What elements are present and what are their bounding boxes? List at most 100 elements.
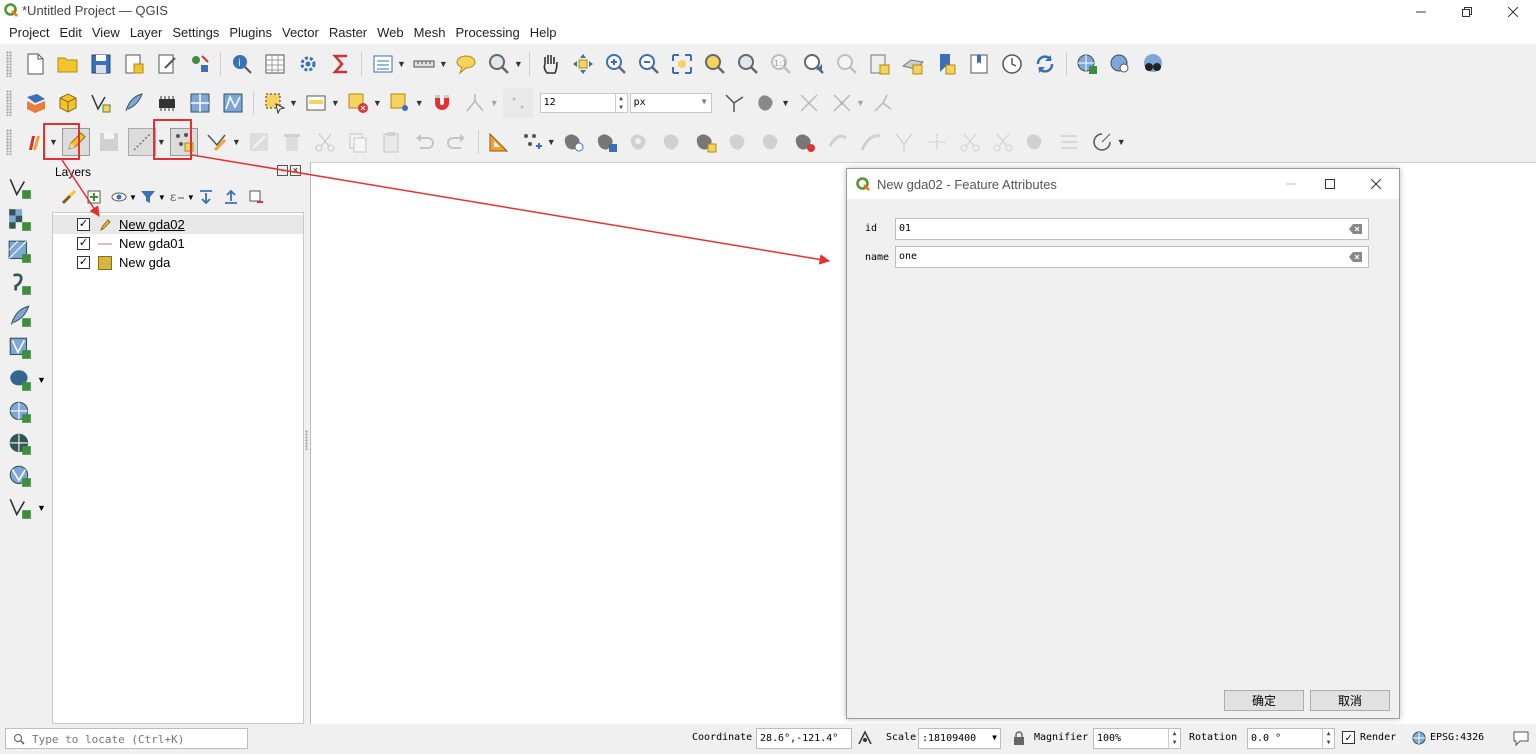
shape-digitizing-button[interactable] bbox=[1088, 128, 1116, 156]
open-attribute-table-button[interactable] bbox=[261, 50, 289, 78]
zoom-out-button[interactable] bbox=[635, 50, 663, 78]
manage-map-themes-button[interactable] bbox=[108, 186, 130, 208]
add-spatialite-layer-button[interactable] bbox=[6, 302, 34, 330]
data-source-manager-button[interactable] bbox=[21, 89, 49, 117]
chevron-down-icon[interactable]: ▼ bbox=[490, 98, 499, 108]
messages-icon[interactable] bbox=[1512, 729, 1530, 747]
offset-curve-button[interactable] bbox=[824, 128, 852, 156]
chevron-down-icon[interactable]: ▼ bbox=[856, 98, 865, 108]
menu-view[interactable]: View bbox=[87, 23, 125, 44]
chevron-down-icon[interactable]: ▼ bbox=[37, 503, 46, 513]
chevron-down-icon[interactable]: ▼ bbox=[415, 98, 424, 108]
chevron-down-icon[interactable]: ▼ bbox=[397, 59, 406, 69]
add-vector-layer-button[interactable] bbox=[6, 174, 34, 202]
save-project-button[interactable] bbox=[87, 50, 115, 78]
snapping-intersection-button[interactable] bbox=[753, 89, 781, 117]
toggle-extents-icon[interactable] bbox=[856, 729, 874, 747]
dialog-minimize-button[interactable] bbox=[1276, 173, 1306, 195]
menu-project[interactable]: Project bbox=[4, 23, 54, 44]
clear-icon[interactable] bbox=[1349, 252, 1362, 262]
statistical-summary-button[interactable] bbox=[327, 50, 355, 78]
panel-splitter[interactable] bbox=[305, 430, 308, 450]
merge-attributes-button[interactable] bbox=[1022, 128, 1050, 156]
scale-combobox[interactable]: :18109400 ▼ bbox=[918, 728, 1001, 749]
cancel-button[interactable]: 取消 bbox=[1310, 690, 1390, 711]
split-features-button[interactable] bbox=[923, 128, 951, 156]
vertex-tool-button[interactable] bbox=[203, 128, 231, 156]
chevron-down-icon[interactable]: ▼ bbox=[232, 137, 241, 147]
zoom-last-button[interactable] bbox=[800, 50, 828, 78]
undo-button[interactable] bbox=[410, 128, 438, 156]
float-panel-icon[interactable]: ▫ bbox=[277, 165, 288, 176]
magnifier-spinbox[interactable]: 100% ▲ ▼ bbox=[1093, 728, 1181, 749]
new-shapefile-layer-button[interactable] bbox=[87, 89, 115, 117]
digitize-with-feather-button[interactable] bbox=[120, 89, 148, 117]
expand-all-button[interactable] bbox=[195, 186, 217, 208]
open-layer-styling-button[interactable] bbox=[58, 186, 80, 208]
add-raster-layer-button[interactable] bbox=[6, 206, 34, 234]
clear-icon[interactable] bbox=[1349, 224, 1362, 234]
remove-layer-button[interactable] bbox=[245, 186, 267, 208]
add-wms-layer-button[interactable] bbox=[6, 398, 34, 426]
chevron-down-icon[interactable]: ▼ bbox=[158, 193, 166, 202]
save-layer-edits-button[interactable] bbox=[95, 128, 123, 156]
menu-plugins[interactable]: Plugins bbox=[224, 23, 277, 44]
render-checkbox[interactable]: ✓ bbox=[1342, 731, 1355, 744]
new-project-button[interactable] bbox=[21, 50, 49, 78]
menu-settings[interactable]: Settings bbox=[167, 23, 224, 44]
filter-legend-button[interactable] bbox=[137, 186, 159, 208]
spin-arrows-icon[interactable]: ▲ ▼ bbox=[1322, 729, 1334, 748]
filter-by-expression-button[interactable]: ε bbox=[166, 186, 188, 208]
add-vector-tile-layer-button[interactable] bbox=[6, 494, 34, 522]
merge-features-button[interactable] bbox=[989, 128, 1017, 156]
tracing-button[interactable] bbox=[869, 89, 897, 117]
new-geopackage-layer-button[interactable] bbox=[54, 89, 82, 117]
open-project-button[interactable] bbox=[54, 50, 82, 78]
ok-button[interactable]: 确定 bbox=[1224, 690, 1304, 711]
zoom-native-button[interactable]: 1:1 bbox=[767, 50, 795, 78]
id-field[interactable]: 01 bbox=[895, 218, 1369, 240]
add-part-button[interactable] bbox=[659, 128, 687, 156]
move-feature-button[interactable] bbox=[518, 128, 546, 156]
show-bookmarks-button[interactable] bbox=[965, 50, 993, 78]
lock-icon[interactable] bbox=[1013, 731, 1025, 745]
add-mesh-layer-button[interactable] bbox=[6, 238, 34, 266]
topological-editing-button[interactable] bbox=[720, 89, 748, 117]
menu-vector[interactable]: Vector bbox=[277, 23, 324, 44]
dialog-maximize-button[interactable] bbox=[1315, 173, 1345, 195]
pan-to-selection-button[interactable] bbox=[569, 50, 597, 78]
chevron-down-icon[interactable]: ▼ bbox=[1117, 137, 1126, 147]
snapping-unit-select[interactable]: px ▼ bbox=[629, 92, 712, 113]
select-by-expression-button[interactable] bbox=[386, 89, 414, 117]
layout-manager-button[interactable] bbox=[153, 50, 181, 78]
delete-part-button[interactable] bbox=[758, 128, 786, 156]
chevron-down-icon[interactable]: ▼ bbox=[129, 193, 137, 202]
zoom-to-selection-button[interactable] bbox=[701, 50, 729, 78]
cut-features-button[interactable] bbox=[311, 128, 339, 156]
add-ring-button[interactable] bbox=[626, 128, 654, 156]
chevron-down-icon[interactable]: ▼ bbox=[331, 98, 340, 108]
layer-visibility-checkbox[interactable]: ✓ bbox=[77, 237, 90, 250]
name-field[interactable]: one bbox=[895, 246, 1369, 268]
spin-arrows-icon[interactable]: ▲ ▼ bbox=[614, 93, 627, 113]
chevron-down-icon[interactable]: ▼ bbox=[37, 375, 46, 385]
chevron-down-icon[interactable]: ▼ bbox=[289, 98, 298, 108]
dialog-close-button[interactable] bbox=[1361, 173, 1391, 195]
snapping-mode-button[interactable] bbox=[461, 89, 489, 117]
modify-attributes-button[interactable] bbox=[245, 128, 273, 156]
toolbar-grip[interactable] bbox=[6, 128, 12, 155]
menu-help[interactable]: Help bbox=[525, 23, 562, 44]
select-features-button[interactable] bbox=[261, 89, 289, 117]
chevron-down-icon[interactable]: ▼ bbox=[781, 98, 790, 108]
snapping-on-intersection-button[interactable] bbox=[828, 89, 856, 117]
metasearch-button[interactable] bbox=[1073, 50, 1101, 78]
new-temporary-layer-button[interactable] bbox=[153, 89, 181, 117]
snapping-tolerance-input[interactable]: 12 ▲ ▼ bbox=[539, 92, 628, 113]
snapping-type-button[interactable] bbox=[503, 87, 534, 118]
snapping-toggle-button[interactable] bbox=[428, 89, 456, 117]
close-panel-icon[interactable]: × bbox=[290, 165, 301, 176]
zoom-next-button[interactable] bbox=[833, 50, 861, 78]
trim-extend-button[interactable] bbox=[890, 128, 918, 156]
paste-features-button[interactable] bbox=[377, 128, 405, 156]
advanced-digitizing-button[interactable] bbox=[485, 128, 513, 156]
